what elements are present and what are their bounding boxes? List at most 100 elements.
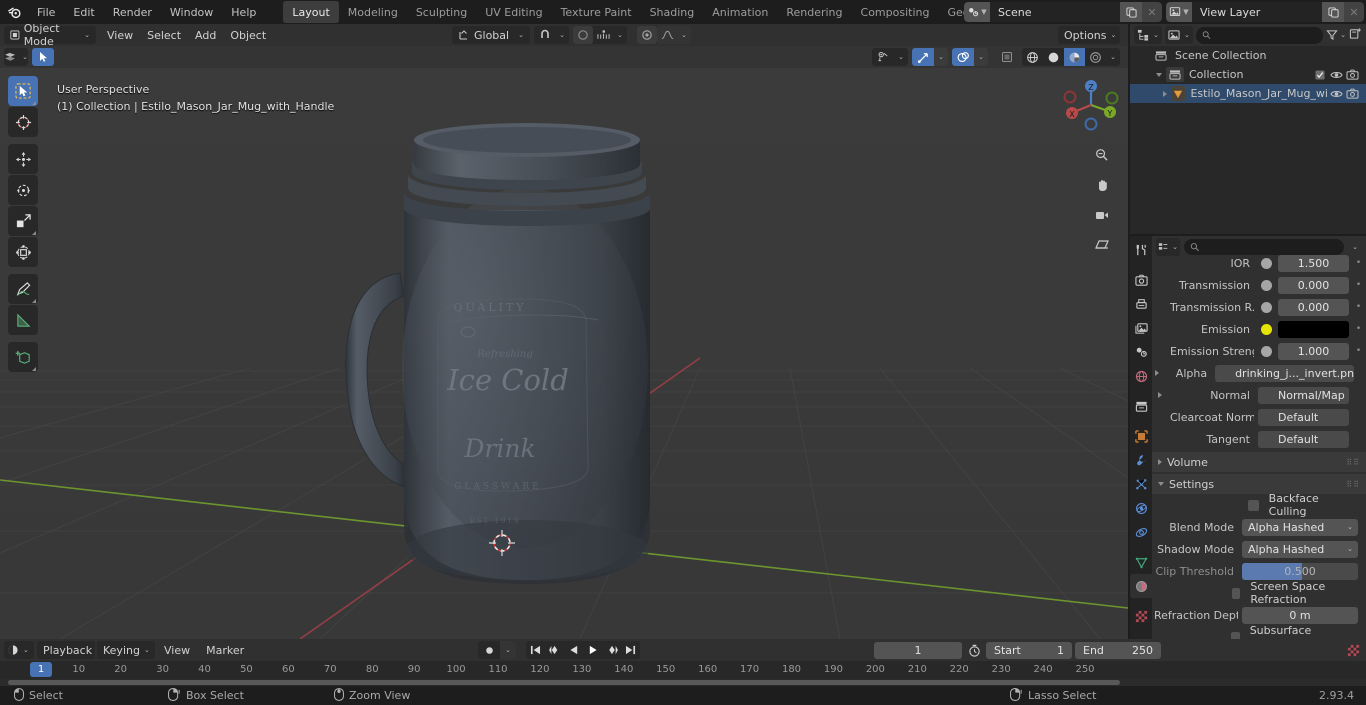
socket-dot[interactable]	[1258, 345, 1274, 357]
section-volume[interactable]: Volume ⠿⠿	[1152, 452, 1366, 472]
timeline-ruler[interactable]: 10 20 30 40 50 60 70 80 90 100 110 120 130 140 150 160 1…	[0, 661, 1366, 679]
view-layer-tab[interactable]	[1130, 316, 1152, 340]
checkbox[interactable]	[1231, 587, 1241, 599]
expand-toggle[interactable]	[1159, 90, 1170, 97]
add-cube-tool[interactable]	[8, 342, 38, 372]
row-render-icon[interactable]	[1344, 88, 1360, 99]
viewport-menu-object[interactable]: Object	[223, 26, 273, 44]
particles-tab[interactable]	[1130, 472, 1152, 496]
falloff-curve-icon[interactable]	[657, 26, 677, 44]
node-field[interactable]: Default	[1258, 408, 1349, 426]
view-layer-name[interactable]: View Layer	[1192, 2, 1322, 22]
overlays-group[interactable]: ⌄	[952, 48, 988, 66]
socket-dot[interactable]	[1258, 257, 1274, 269]
scene-tab[interactable]	[1130, 340, 1152, 364]
wireframe-shading-icon[interactable]	[1022, 48, 1043, 66]
outliner-row[interactable]: Estilo_Mason_Jar_Mug_wi	[1130, 84, 1366, 103]
timeline-editor-type-icon[interactable]: ⌄	[4, 641, 34, 659]
value-field[interactable]: 1.500	[1278, 254, 1349, 272]
view-layer-new-icon[interactable]	[1322, 2, 1344, 22]
view-layer-selector[interactable]: ▼ View Layer ✕	[1166, 2, 1364, 22]
scene-selector[interactable]: ▼ Scene ✕	[964, 2, 1162, 22]
move-tool[interactable]	[8, 144, 38, 174]
3d-viewport[interactable]: QUALITY Refreshing Ice Cold Drink GLASSW…	[0, 68, 1128, 639]
solid-shading-icon[interactable]	[1043, 48, 1064, 66]
use-preview-range-icon[interactable]	[965, 644, 983, 657]
current-frame-field[interactable]: 1	[874, 641, 962, 659]
row-checkbox[interactable]	[1312, 69, 1328, 80]
options-button[interactable]: Options ⌄	[1058, 26, 1120, 44]
shading-dropdown-icon[interactable]: ⌄	[1106, 48, 1120, 66]
editor-type-icon[interactable]: ⌄	[4, 48, 28, 66]
node-field[interactable]: Default	[1258, 430, 1349, 448]
scale-tool[interactable]	[8, 206, 38, 236]
viewport-canvas[interactable]: QUALITY Refreshing Ice Cold Drink GLASSW…	[0, 68, 1128, 639]
xray-toggle-icon[interactable]	[996, 48, 1018, 66]
gizmo-dropdown-icon[interactable]: ⌄	[934, 48, 948, 66]
workspace-tab-compositing[interactable]: Compositing	[852, 1, 939, 23]
animate-dot-icon[interactable]: •	[1353, 324, 1364, 334]
section-settings[interactable]: Settings ⠿⠿	[1152, 474, 1366, 494]
outliner-row[interactable]: Collection	[1130, 65, 1366, 84]
transform-orientation-selector[interactable]: Global ⌄	[452, 26, 530, 44]
slider-field[interactable]: 0.500	[1242, 562, 1358, 580]
menu-help[interactable]: Help	[222, 0, 265, 24]
zoom-view-icon[interactable]	[1089, 142, 1114, 167]
playback-controls[interactable]	[526, 641, 640, 659]
snap-dropdown-icon[interactable]: ⌄	[555, 26, 569, 44]
animate-dot-icon[interactable]: •	[1353, 346, 1364, 356]
pivot-point-icon[interactable]	[637, 26, 657, 44]
animate-dot-icon[interactable]: •	[1353, 258, 1364, 268]
object-tab[interactable]	[1130, 424, 1152, 448]
select-tool-icon[interactable]	[32, 48, 54, 66]
gizmo-icon[interactable]	[912, 48, 934, 66]
overlays-dropdown-icon[interactable]: ⌄	[974, 48, 988, 66]
outliner-row[interactable]: Scene Collection	[1130, 46, 1366, 65]
record-icon[interactable]	[478, 641, 500, 659]
camera-view-icon[interactable]	[1089, 202, 1114, 227]
row-expander[interactable]	[1154, 392, 1166, 398]
viewport-menu-view[interactable]: View	[100, 26, 140, 44]
pan-view-icon[interactable]	[1089, 172, 1114, 197]
render-tab[interactable]	[1130, 268, 1152, 292]
outliner-filter-icon[interactable]: ⌄	[1326, 29, 1346, 41]
node-field[interactable]: Normal/Map	[1258, 386, 1349, 404]
view-axis-gizmo[interactable]: Z Y X	[1060, 74, 1119, 139]
animate-dot-icon[interactable]: •	[1353, 302, 1364, 312]
row-visibility-icon[interactable]	[1328, 89, 1344, 99]
visibility-dropdown-icon[interactable]: ⌄	[894, 48, 908, 66]
texture-tab[interactable]	[1130, 604, 1152, 628]
physics-tab[interactable]	[1130, 496, 1152, 520]
collection-tab[interactable]	[1130, 394, 1152, 418]
prev-keyframe-icon[interactable]	[545, 641, 564, 659]
proportional-edit-icon[interactable]	[573, 26, 593, 44]
play-icon[interactable]	[583, 641, 602, 659]
jump-start-icon[interactable]	[526, 641, 545, 659]
menu-edit[interactable]: Edit	[64, 0, 103, 24]
scene-new-icon[interactable]	[1120, 2, 1142, 22]
animate-dot-icon[interactable]: •	[1353, 280, 1364, 290]
outliner-editor-type-icon[interactable]: ⌄	[1134, 26, 1162, 44]
proportional-edit-group[interactable]: ⌄	[573, 26, 627, 44]
view-layer-icon[interactable]: ▼	[1166, 2, 1192, 22]
socket-dot[interactable]	[1258, 301, 1274, 313]
timeline-scrollbar[interactable]	[0, 679, 1132, 686]
start-frame-field[interactable]: Start 1	[986, 641, 1072, 659]
play-reverse-icon[interactable]	[564, 641, 583, 659]
rendered-shading-icon[interactable]	[1085, 48, 1106, 66]
shading-modes-group[interactable]: ⌄	[1022, 48, 1120, 66]
rotate-tool[interactable]	[8, 175, 38, 205]
outliner-search-field[interactable]	[1214, 28, 1318, 42]
value-field[interactable]: 0.000	[1278, 298, 1349, 316]
ortho-perspective-icon[interactable]	[1089, 232, 1114, 257]
jump-end-icon[interactable]	[621, 641, 640, 659]
workspace-tab-animation[interactable]: Animation	[703, 1, 777, 23]
cursor-tool[interactable]	[8, 107, 38, 137]
scene-unlink-icon[interactable]: ✕	[1142, 2, 1162, 22]
menu-file[interactable]: File	[28, 0, 64, 24]
overlays-icon[interactable]	[952, 48, 974, 66]
workspace-tab-sculpting[interactable]: Sculpting	[407, 1, 476, 23]
timeline-menu-marker[interactable]: Marker	[199, 641, 251, 659]
next-keyframe-icon[interactable]	[602, 641, 621, 659]
blender-logo-icon[interactable]	[0, 0, 28, 24]
